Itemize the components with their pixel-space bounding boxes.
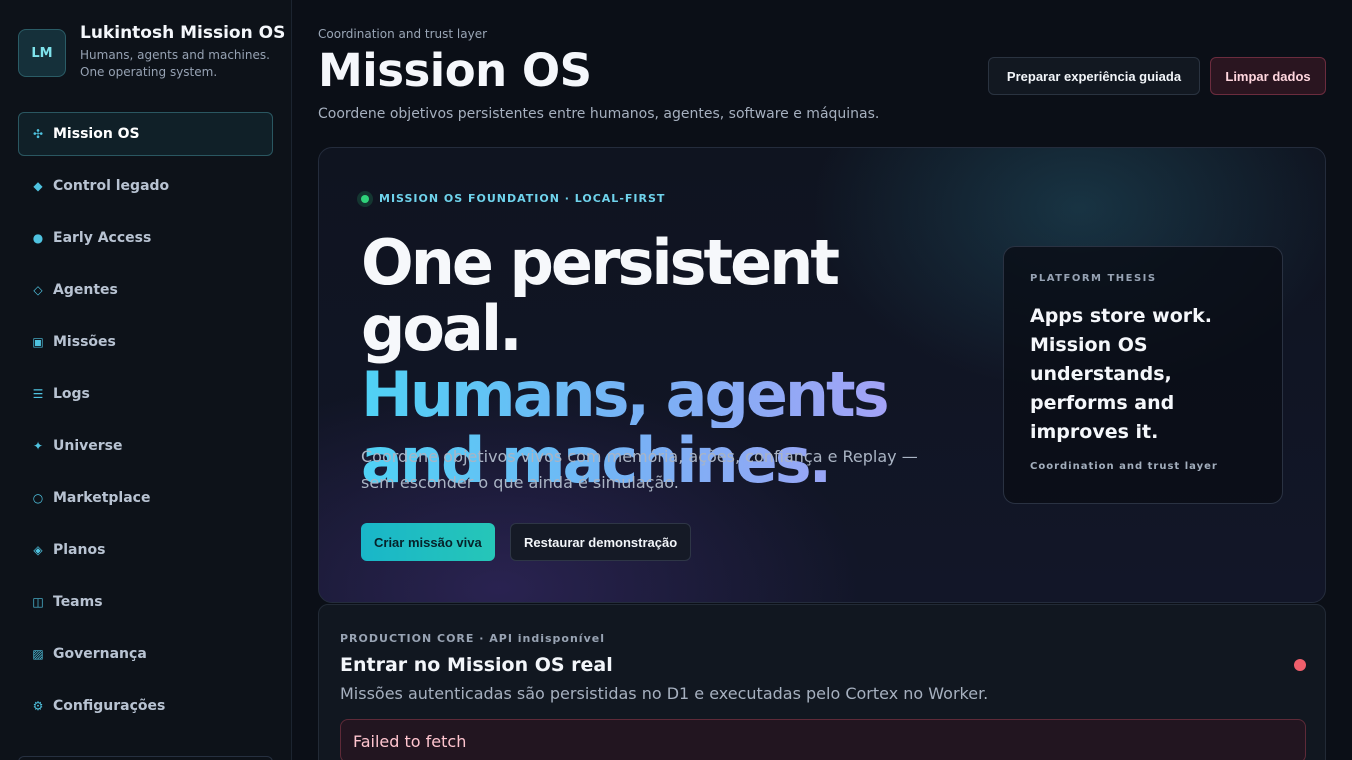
columns-icon: ◫ <box>32 595 44 609</box>
core-title: Entrar no Mission OS real <box>340 654 613 676</box>
hero-tag-label: MISSION OS FOUNDATION · LOCAL-FIRST <box>379 192 666 205</box>
sidebar-item-control-legado[interactable]: ◆ Control legado <box>18 164 273 208</box>
status-dot-icon <box>361 194 369 203</box>
core-subtitle: Missões autenticadas são persistidas no … <box>340 684 989 703</box>
thesis-text: Apps store work. Mission OS understands,… <box>1030 305 1212 443</box>
sidebar-item-label: Configurações <box>53 698 166 714</box>
sidebar-item-label: Early Access <box>53 230 152 246</box>
sidebar-item-teams[interactable]: ◫ Teams <box>18 580 273 624</box>
circle-outline-icon: ○ <box>32 491 44 505</box>
diamond-filled-icon: ◆ <box>33 179 43 193</box>
sidebar-item-early-access[interactable]: ● Early Access <box>18 216 273 260</box>
guided-experience-button[interactable]: Preparar experiência guiada <box>988 57 1200 95</box>
sidebar-item-miss-es[interactable]: ▣ Missões <box>18 320 273 364</box>
production-core-panel: PRODUCTION CORE · API indisponível Entra… <box>318 604 1326 760</box>
error-message: Failed to fetch <box>340 719 1306 760</box>
sidebar-item-label: Control legado <box>53 178 170 194</box>
thesis-label: PLATFORM THESIS <box>1030 273 1157 284</box>
core-eyebrow: PRODUCTION CORE · API indisponível <box>340 632 605 645</box>
clear-data-button[interactable]: Limpar dados <box>1210 57 1326 95</box>
sidebar-item-label: Universe <box>53 438 123 454</box>
square-icon: ▣ <box>32 335 44 349</box>
brand-logo: LM <box>18 29 66 77</box>
sidebar-item-label: Logs <box>53 386 90 402</box>
sidebar-footer-card <box>18 756 273 760</box>
brand-subtitle: Humans, agents and machines. One operati… <box>80 48 270 79</box>
sidebar-item-agentes[interactable]: ◇ Agentes <box>18 268 273 312</box>
sidebar-item-label: Marketplace <box>53 490 151 506</box>
page-subtitle: Coordene objetivos persistentes entre hu… <box>318 106 880 122</box>
brand-title: Lukintosh Mission OS <box>80 23 286 43</box>
sidebar: LM Lukintosh Mission OS Humans, agents a… <box>0 0 292 760</box>
sidebar-item-configura-es[interactable]: ⚙ Configurações <box>18 684 273 728</box>
create-mission-button[interactable]: Criar missão viva <box>361 523 495 561</box>
brand[interactable]: LM Lukintosh Mission OS Humans, agents a… <box>18 23 285 81</box>
page-title: Mission OS <box>318 44 592 97</box>
sidebar-item-label: Missões <box>53 334 116 350</box>
plus-cross-icon: ✣ <box>32 127 44 141</box>
sparkle-icon: ✦ <box>32 439 44 453</box>
sidebar-item-label: Teams <box>53 594 103 610</box>
hero-headline-line-1: One persistent goal. <box>361 226 840 365</box>
sidebar-item-label: Planos <box>53 542 106 558</box>
sidebar-item-label: Governança <box>53 646 147 662</box>
restore-demo-button[interactable]: Restaurar demonstração <box>510 523 692 561</box>
sidebar-item-label: Agentes <box>53 282 118 298</box>
hero-headline-line-2: Humans, agents <box>361 362 1001 428</box>
gear-icon: ⚙ <box>32 699 44 713</box>
sidebar-item-governan-a[interactable]: ▨ Governança <box>18 632 273 676</box>
sidebar-item-mission-os[interactable]: ✣ Mission OS <box>18 112 273 156</box>
page-eyebrow: Coordination and trust layer <box>318 27 488 41</box>
hero-panel: MISSION OS FOUNDATION · LOCAL-FIRST One … <box>318 147 1326 603</box>
hero-description: Coordene objetivos vivos com memória, aç… <box>361 447 918 492</box>
sidebar-item-planos[interactable]: ◈ Planos <box>18 528 273 572</box>
sidebar-item-universe[interactable]: ✦ Universe <box>18 424 273 468</box>
dot-icon: ● <box>32 231 44 245</box>
error-status-icon <box>1294 659 1306 671</box>
sidebar-item-logs[interactable]: ☰ Logs <box>18 372 273 416</box>
platform-thesis-card: PLATFORM THESIS Apps store work. Mission… <box>1003 246 1283 504</box>
thesis-footer: Coordination and trust layer <box>1030 461 1218 472</box>
hatch-icon: ▨ <box>32 647 44 661</box>
diamond-dot-icon: ◈ <box>33 543 43 557</box>
sidebar-nav: ✣ Mission OS ◆ Control legado ● Early Access ◇… <box>18 112 273 736</box>
lines-icon: ☰ <box>32 387 44 401</box>
sidebar-item-label: Mission OS <box>53 126 140 142</box>
sidebar-item-marketplace[interactable]: ○ Marketplace <box>18 476 273 520</box>
diamond-outline-icon: ◇ <box>33 283 43 297</box>
hero-tag: MISSION OS FOUNDATION · LOCAL-FIRST <box>361 192 665 205</box>
